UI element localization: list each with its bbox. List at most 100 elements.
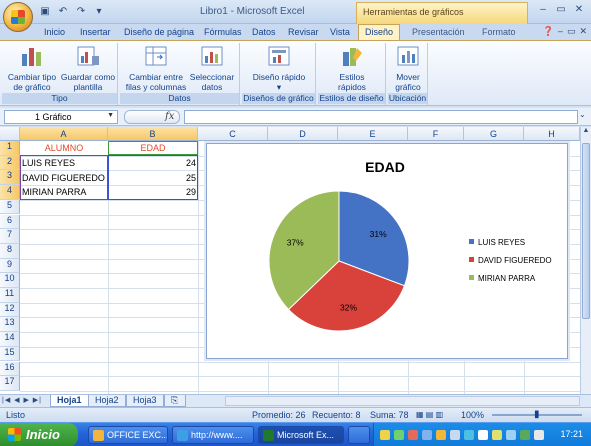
switch-row-column-button[interactable]: Cambiar entre filas y columnas bbox=[124, 44, 188, 92]
tab-revisar[interactable]: Revisar bbox=[282, 25, 325, 39]
insert-function-icon[interactable]: fx bbox=[165, 111, 174, 122]
ribbon: Cambiar tipo de gráfico Guardar como pla… bbox=[0, 40, 591, 106]
chart-object[interactable]: EDAD 31% 32% 37% LUIS REYES DAVID FIGUEREDO… bbox=[206, 143, 568, 359]
row-header[interactable]: 1 bbox=[0, 141, 20, 156]
select-data-button[interactable]: Seleccionar datos bbox=[188, 44, 236, 92]
tray-icon[interactable] bbox=[422, 430, 432, 440]
task-excel[interactable]: Microsoft Ex... bbox=[258, 426, 344, 444]
row-header[interactable]: 17 bbox=[0, 376, 20, 391]
column-header-a[interactable]: A bbox=[20, 127, 108, 141]
view-buttons-icon[interactable]: ▦ ▤ ▥ bbox=[416, 410, 443, 419]
tab-inicio[interactable]: Inicio bbox=[38, 25, 71, 39]
change-chart-type-button[interactable]: Cambiar tipo de gráfico bbox=[6, 44, 58, 92]
row-header[interactable]: 3 bbox=[0, 170, 20, 186]
row-header[interactable]: 11 bbox=[0, 288, 20, 303]
tray-icon[interactable] bbox=[492, 430, 502, 440]
tray-icon[interactable] bbox=[464, 430, 474, 440]
start-button[interactable]: Inicio bbox=[0, 423, 78, 446]
tray-icon[interactable] bbox=[436, 430, 446, 440]
sheet-nav-arrows-icon[interactable]: |◀ ◀ ▶ ▶| bbox=[2, 396, 42, 404]
row-header[interactable]: 14 bbox=[0, 332, 20, 347]
group-label-estilos: Estilos de diseño bbox=[318, 93, 385, 104]
row-header[interactable]: 5 bbox=[0, 199, 20, 215]
column-header-d[interactable]: D bbox=[268, 127, 338, 141]
save-icon[interactable]: ▣ bbox=[38, 5, 52, 19]
maximize-icon[interactable]: ▭ bbox=[553, 3, 569, 17]
task-office-exc[interactable]: OFFICE EXC... bbox=[88, 426, 168, 444]
chart-title[interactable]: EDAD bbox=[365, 159, 405, 175]
tray-icon[interactable] bbox=[520, 430, 530, 440]
tab-diseno-pagina[interactable]: Diseño de página bbox=[118, 25, 200, 39]
row-header[interactable]: 6 bbox=[0, 214, 20, 230]
tray-icon[interactable] bbox=[534, 430, 544, 440]
minimize-icon[interactable]: – bbox=[535, 3, 551, 17]
expand-formula-bar-icon[interactable]: ⌄ bbox=[579, 110, 589, 124]
tab-vista[interactable]: Vista bbox=[324, 25, 356, 39]
column-header-h[interactable]: H bbox=[524, 127, 580, 141]
sheet-tab-hoja3[interactable]: Hoja3 bbox=[126, 395, 164, 407]
ribbon-restore-icon[interactable]: ▭ bbox=[567, 26, 576, 37]
pie-data-label[interactable]: 31% bbox=[370, 229, 387, 239]
select-all-corner[interactable] bbox=[0, 127, 20, 141]
row-header[interactable]: 12 bbox=[0, 302, 20, 318]
tray-icon[interactable] bbox=[408, 430, 418, 440]
tray-icon[interactable] bbox=[394, 430, 404, 440]
formula-input[interactable] bbox=[184, 110, 578, 124]
help-icon[interactable]: ❓ bbox=[543, 26, 554, 37]
office-button[interactable] bbox=[3, 2, 33, 32]
insert-sheet-icon[interactable]: ⎘ bbox=[164, 395, 186, 407]
column-header-g[interactable]: G bbox=[464, 127, 524, 141]
chart-legend[interactable]: LUIS REYES DAVID FIGUEREDO MIRIAN PARRA bbox=[469, 238, 552, 283]
customize-qat-icon[interactable]: ▾ bbox=[92, 5, 106, 19]
tab-formulas[interactable]: Fórmulas bbox=[198, 25, 248, 39]
row-header[interactable]: 9 bbox=[0, 258, 20, 274]
horizontal-scrollbar[interactable] bbox=[225, 396, 580, 406]
redo-icon[interactable]: ↷ bbox=[74, 5, 88, 19]
tray-icon[interactable] bbox=[506, 430, 516, 440]
save-as-template-button[interactable]: Guardar como plantilla bbox=[60, 44, 116, 92]
task-minimized[interactable] bbox=[348, 426, 370, 444]
move-chart-button[interactable]: Mover gráfico bbox=[390, 44, 426, 92]
ribbon-minimize-icon[interactable]: – bbox=[558, 26, 563, 37]
row-header[interactable]: 7 bbox=[0, 229, 20, 244]
undo-icon[interactable]: ↶ bbox=[56, 5, 70, 19]
tab-diseno[interactable]: Diseño bbox=[358, 24, 401, 40]
tray-icon[interactable] bbox=[380, 430, 390, 440]
zoom-thumb-icon[interactable]: ▮ bbox=[534, 409, 540, 420]
tab-formato[interactable]: Formato bbox=[476, 25, 522, 39]
tab-insertar[interactable]: Insertar bbox=[74, 25, 117, 39]
task-browser[interactable]: http://www.... bbox=[172, 426, 254, 444]
sheet-tab-hoja2[interactable]: Hoja2 bbox=[88, 395, 126, 407]
row-header[interactable]: 8 bbox=[0, 243, 20, 259]
scroll-up-icon[interactable]: ▲ bbox=[581, 127, 591, 134]
row-header[interactable]: 15 bbox=[0, 346, 20, 362]
row-header[interactable]: 10 bbox=[0, 273, 20, 288]
zoom-level[interactable]: 100% bbox=[461, 410, 484, 420]
vertical-scrollbar[interactable]: ▲ bbox=[580, 127, 591, 394]
worksheet-grid[interactable]: A B C D E F G H 1 2 3 4 5 6 7 8 9 10 11 … bbox=[0, 127, 580, 394]
close-icon[interactable]: ✕ bbox=[571, 3, 587, 17]
tray-icon[interactable] bbox=[450, 430, 460, 440]
column-header-e[interactable]: E bbox=[338, 127, 408, 141]
row-header[interactable]: 13 bbox=[0, 317, 20, 333]
scroll-thumb[interactable] bbox=[582, 143, 590, 319]
sheet-tab-hoja1[interactable]: Hoja1 bbox=[50, 395, 89, 407]
row-header[interactable]: 4 bbox=[0, 185, 20, 200]
quick-layout-button[interactable]: Diseño rápido ▾ bbox=[252, 44, 306, 92]
cell-a1[interactable]: ALUMNO bbox=[20, 141, 108, 155]
row-header[interactable]: 16 bbox=[0, 361, 20, 377]
ribbon-close-icon[interactable]: ✕ bbox=[579, 26, 587, 37]
column-header-b[interactable]: B bbox=[108, 127, 198, 141]
pie-data-label[interactable]: 37% bbox=[287, 237, 304, 247]
pie-data-label[interactable]: 32% bbox=[340, 303, 357, 313]
row-header[interactable]: 2 bbox=[0, 155, 20, 171]
column-header-f[interactable]: F bbox=[408, 127, 464, 141]
tab-datos[interactable]: Datos bbox=[246, 25, 282, 39]
name-box[interactable]: 1 Gráfico ▼ bbox=[4, 110, 118, 124]
name-box-dropdown-icon[interactable]: ▼ bbox=[107, 112, 114, 119]
column-header-c[interactable]: C bbox=[198, 127, 268, 141]
pie-chart[interactable]: EDAD 31% 32% 37% LUIS REYES DAVID FIGUEREDO… bbox=[207, 144, 567, 358]
tray-icon[interactable] bbox=[478, 430, 488, 440]
quick-styles-button[interactable]: Estilos rápidos bbox=[326, 44, 378, 92]
tab-presentacion[interactable]: Presentación bbox=[406, 25, 471, 39]
